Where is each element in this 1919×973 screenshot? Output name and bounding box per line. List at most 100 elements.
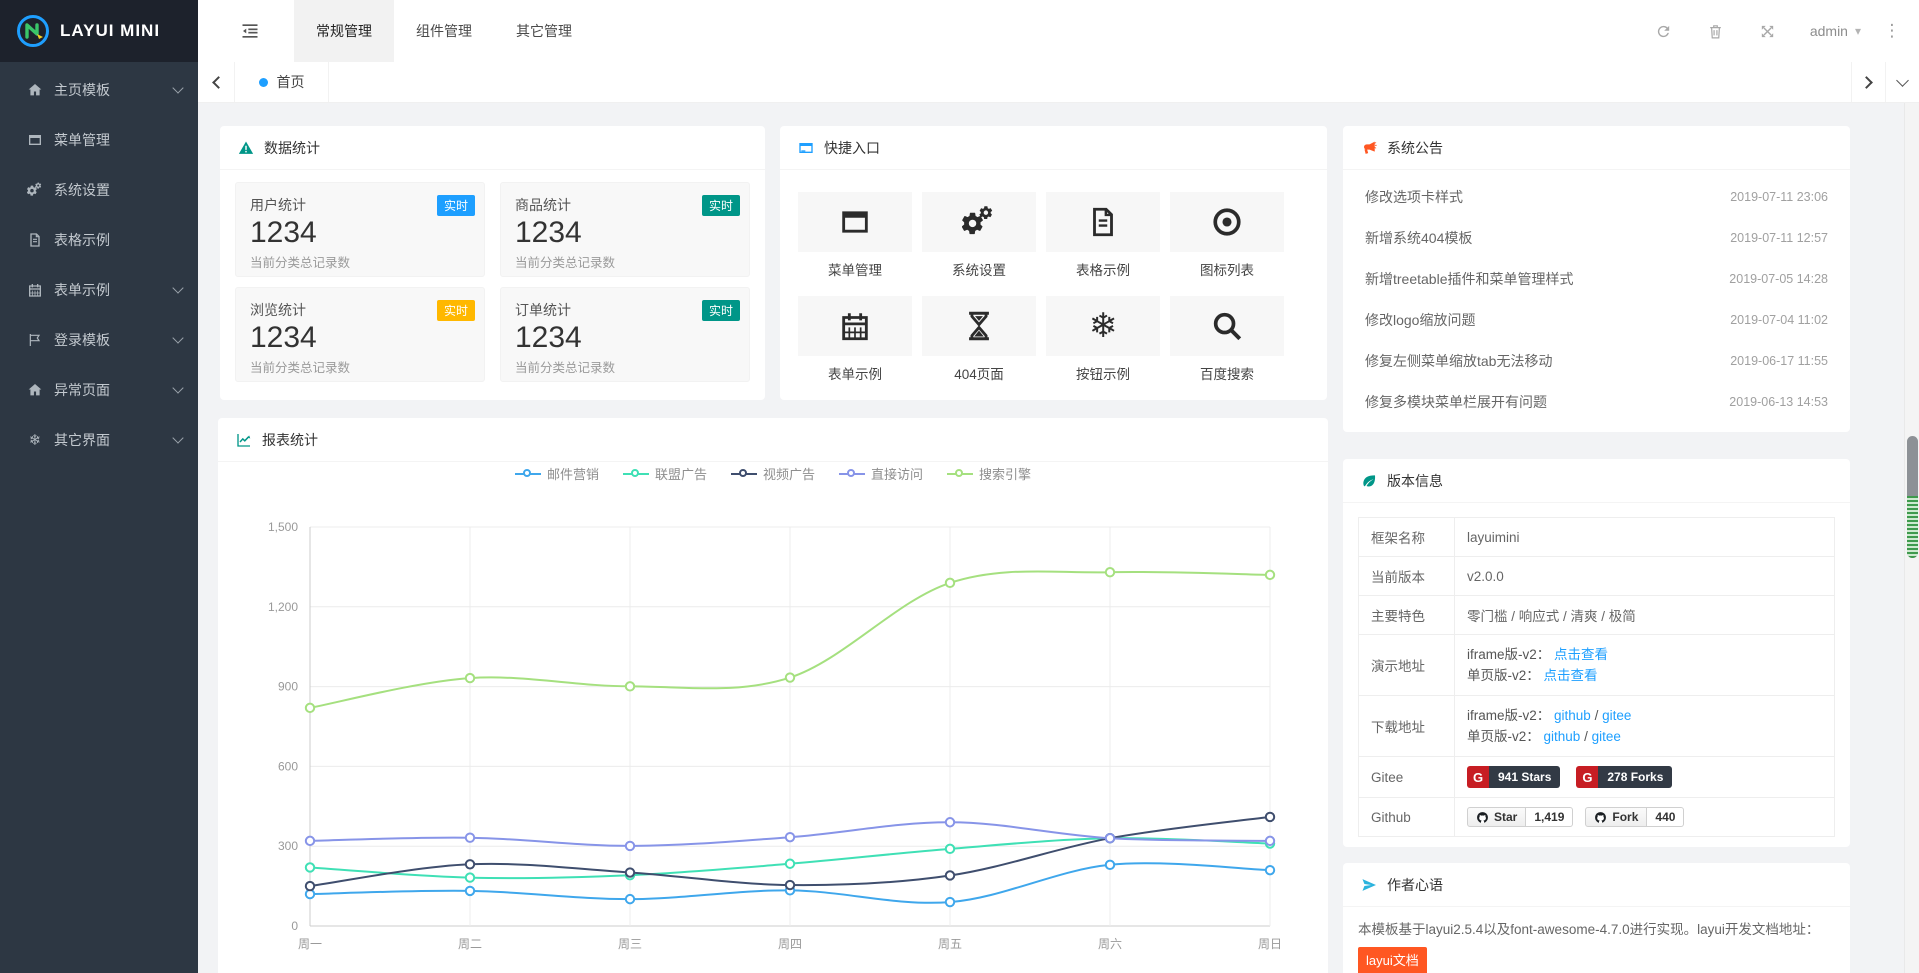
stat-value: 1234 (250, 216, 470, 250)
navbar-tab-1[interactable]: 常规管理 (294, 0, 394, 62)
sidebar-item-2[interactable]: 菜单管理 (0, 115, 198, 165)
link-github[interactable]: github (1544, 729, 1581, 744)
version-row-1: 框架名称layuimini (1359, 518, 1835, 557)
fullscreen-button[interactable] (1742, 0, 1794, 62)
legend-item-视频广告[interactable]: 视频广告 (731, 464, 815, 483)
tab-home[interactable]: 首页 (235, 62, 329, 102)
quick-entry-2[interactable]: 系统设置 (922, 192, 1036, 279)
sidebar-item-label: 其它界面 (54, 430, 174, 450)
home-icon (26, 81, 44, 99)
quick-entry-1[interactable]: 菜单管理 (798, 192, 912, 279)
snowflake-icon: ❄ (1046, 296, 1160, 356)
window-icon (26, 131, 44, 149)
link-点击查看[interactable]: 点击查看 (1554, 647, 1608, 662)
announcement-row-6[interactable]: 修复多模块菜单栏展开有问题2019-06-13 14:53 (1343, 381, 1850, 422)
card-announcements-title: 系统公告 (1387, 138, 1443, 158)
tab-scroll-right-button[interactable] (1851, 62, 1885, 102)
user-menu[interactable]: admin ▾ (1794, 0, 1877, 62)
tab-scroll-left-button[interactable] (198, 62, 235, 102)
legend-marker (839, 469, 865, 479)
github-fork-button[interactable]: Fork440 (1585, 807, 1684, 827)
chevron-down-icon (1896, 74, 1909, 87)
sidebar-item-label: 菜单管理 (54, 130, 182, 150)
announcement-row-1[interactable]: 修改选项卡样式2019-07-11 23:06 (1343, 176, 1850, 217)
link-点击查看[interactable]: 点击查看 (1544, 668, 1598, 683)
link-gitee[interactable]: gitee (1592, 729, 1621, 744)
sidebar-item-8[interactable]: ❄ 其它界面 (0, 415, 198, 465)
legend-item-联盟广告[interactable]: 联盟广告 (623, 464, 707, 483)
card-data-statistics: 数据统计 用户统计1234当前分类总记录数实时商品统计1234当前分类总记录数实… (220, 126, 765, 400)
gitee-badge[interactable]: G278 Forks (1576, 766, 1672, 788)
refresh-button[interactable] (1638, 0, 1690, 62)
version-link-line: iframe版-v2： github / gitee (1467, 705, 1822, 726)
realtime-badge: 实时 (702, 300, 740, 321)
more-options-button[interactable]: ⋮ (1877, 0, 1907, 62)
tab-operations-button[interactable] (1885, 62, 1919, 102)
legend-marker (623, 469, 649, 479)
card-version-info: 版本信息 框架名称layuimini当前版本v2.0.0主要特色零门槛 / 响应… (1343, 459, 1850, 847)
quick-entry-label: 百度搜索 (1170, 363, 1284, 383)
legend-marker (731, 469, 757, 479)
flag-icon (26, 331, 44, 349)
calendar-icon (798, 296, 912, 356)
link-github[interactable]: github (1554, 708, 1591, 723)
sidebar-item-4[interactable]: 表格示例 (0, 215, 198, 265)
clear-cache-button[interactable] (1690, 0, 1742, 62)
gitee-badge-label: 941 Stars (1489, 766, 1560, 788)
sidebar-item-label: 登录模板 (54, 330, 174, 350)
sidebar-item-3[interactable]: 系统设置 (0, 165, 198, 215)
gitee-badge[interactable]: G941 Stars (1467, 766, 1560, 788)
quick-entry-3[interactable]: 表格示例 (1046, 192, 1160, 279)
chevron-down-icon (172, 82, 183, 93)
stat-desc: 当前分类总记录数 (250, 252, 470, 271)
announcement-date: 2019-07-11 12:57 (1730, 231, 1828, 245)
announcement-text: 修改选项卡样式 (1365, 187, 1730, 207)
navbar-right: admin ▾ ⋮ (1638, 0, 1919, 62)
scrollbar-thumb[interactable] (1907, 436, 1918, 558)
navbar-tab-3[interactable]: 其它管理 (494, 0, 594, 62)
navbar-tab-2[interactable]: 组件管理 (394, 0, 494, 62)
link-gitee[interactable]: gitee (1602, 708, 1631, 723)
sidebar-item-5[interactable]: 表单示例 (0, 265, 198, 315)
stat-desc: 当前分类总记录数 (250, 357, 470, 376)
quick-entry-label: 表单示例 (798, 363, 912, 383)
legend-label: 联盟广告 (655, 464, 707, 483)
quick-entry-8[interactable]: 百度搜索 (1170, 296, 1284, 383)
file-icon (26, 231, 44, 249)
home-icon (26, 381, 44, 399)
sidebar-item-6[interactable]: 登录模板 (0, 315, 198, 365)
collapse-menu-icon[interactable] (220, 0, 280, 62)
quick-entry-6[interactable]: 404页面 (922, 296, 1036, 383)
github-count: 440 (1647, 807, 1684, 827)
svg-text:300: 300 (278, 839, 298, 853)
svg-text:周五: 周五 (938, 937, 962, 951)
legend-item-搜索引擎[interactable]: 搜索引擎 (947, 464, 1031, 483)
calendar-icon (26, 281, 44, 299)
github-button-label: Star (1467, 807, 1526, 827)
announcement-row-3[interactable]: 新增treetable插件和菜单管理样式2019-07-05 14:28 (1343, 258, 1850, 299)
snowflake-icon: ❄ (26, 431, 44, 449)
quick-entry-label: 按钮示例 (1046, 363, 1160, 383)
announcement-row-4[interactable]: 修改logo缩放问题2019-07-04 11:02 (1343, 299, 1850, 340)
sidebar-item-1[interactable]: 主页模板 (0, 65, 198, 115)
layui-doc-badge[interactable]: layui文档 (1358, 947, 1427, 973)
github-star-button[interactable]: Star1,419 (1467, 807, 1573, 827)
search-icon (1170, 296, 1284, 356)
announcement-row-5[interactable]: 修复左侧菜单缩放tab无法移动2019-06-17 11:55 (1343, 340, 1850, 381)
quick-entry-5[interactable]: 表单示例 (798, 296, 912, 383)
quick-entry-4[interactable]: 图标列表 (1170, 192, 1284, 279)
scrollbar-track[interactable] (1904, 103, 1919, 973)
svg-text:0: 0 (291, 919, 298, 933)
version-row-label: 框架名称 (1359, 518, 1455, 557)
chevron-right-icon (1860, 76, 1873, 89)
report-chart: 03006009001,2001,500周一周二周三周四周五周六周日 (218, 508, 1328, 973)
quick-entry-7[interactable]: ❄ 按钮示例 (1046, 296, 1160, 383)
version-row-label: 下载地址 (1359, 696, 1455, 757)
sidebar-item-7[interactable]: 异常页面 (0, 365, 198, 415)
legend-item-直接访问[interactable]: 直接访问 (839, 464, 923, 483)
announcement-row-2[interactable]: 新增系统404模板2019-07-11 12:57 (1343, 217, 1850, 258)
announcement-date: 2019-07-05 14:28 (1729, 272, 1828, 286)
version-row-value: v2.0.0 (1455, 557, 1835, 596)
github-button-label: Fork (1585, 807, 1647, 827)
legend-item-邮件营销[interactable]: 邮件营销 (515, 464, 599, 483)
